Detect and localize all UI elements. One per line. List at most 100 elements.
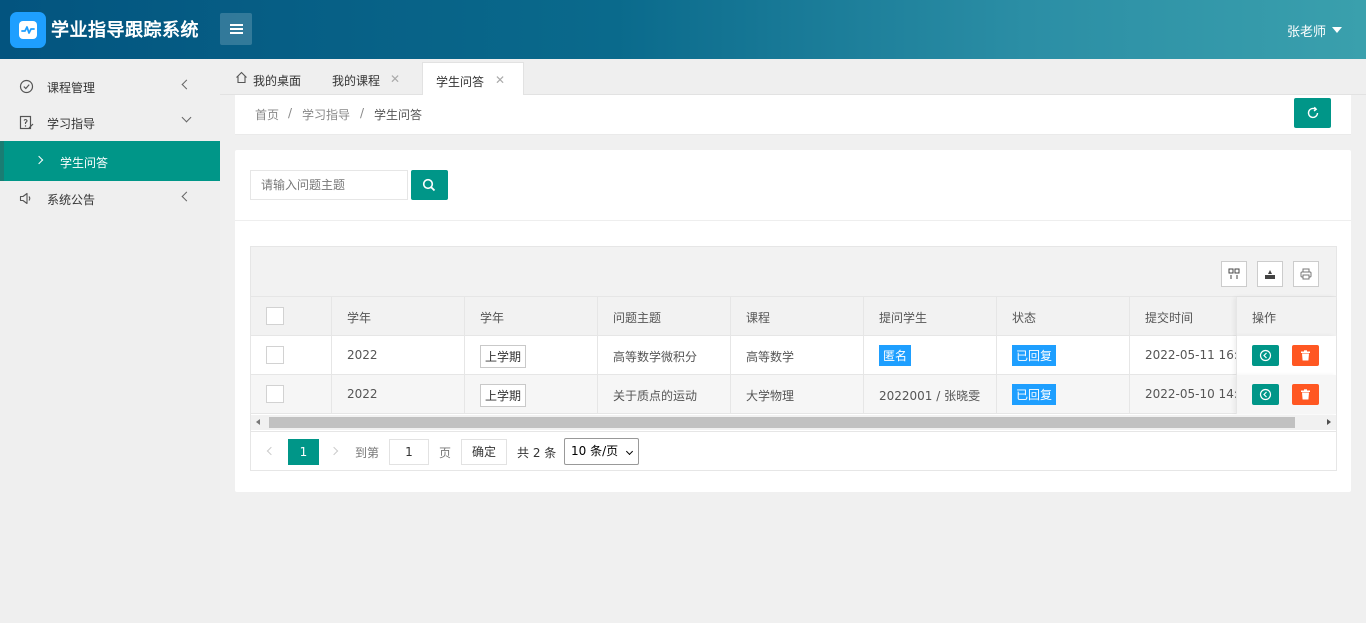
chevron-down-icon <box>625 447 634 456</box>
delete-button[interactable] <box>1292 345 1319 366</box>
close-icon[interactable]: ✕ <box>495 73 505 87</box>
check-circle-icon <box>19 79 34 94</box>
column-header: 提问学生 <box>864 297 997 336</box>
total-count: 共 2 条 <box>517 446 557 460</box>
sidebar-item-label: 学习指导 <box>47 117 96 131</box>
status-badge: 已回复 <box>1012 384 1057 405</box>
sidebar-item-course-management[interactable]: 课程管理 <box>0 69 220 105</box>
row-actions <box>1236 336 1336 375</box>
confirm-page-button[interactable]: 确定 <box>461 439 507 465</box>
trash-icon <box>1301 350 1310 361</box>
breadcrumb-current: 学生问答 <box>374 108 423 122</box>
columns-filter-button[interactable] <box>1221 261 1247 287</box>
chevron-down-icon <box>181 112 192 123</box>
edit-doc-icon <box>19 115 34 130</box>
cell-year: 2022 <box>347 348 378 362</box>
horizontal-scrollbar[interactable] <box>251 415 1336 430</box>
tab-my-courses[interactable]: 我的课程 ✕ <box>320 62 420 95</box>
breadcrumb-study-guidance[interactable]: 学习指导 <box>302 106 350 123</box>
scrollbar-thumb[interactable] <box>269 417 1295 428</box>
breadcrumb-separator: / <box>360 106 365 120</box>
breadcrumb: 首页 / 学习指导 / 学生问答 <box>235 95 1351 135</box>
term-badge: 上学期 <box>480 384 527 407</box>
print-button[interactable] <box>1293 261 1319 287</box>
home-icon <box>236 71 247 84</box>
speaker-icon <box>19 192 31 205</box>
column-header: 学年 <box>465 297 598 336</box>
sidebar-item-label: 系统公告 <box>47 193 96 207</box>
scroll-right-icon[interactable] <box>1327 419 1331 425</box>
search-button[interactable] <box>411 170 448 200</box>
sidebar-item-study-guidance[interactable]: 学习指导 <box>0 105 220 141</box>
search-input[interactable] <box>250 170 408 200</box>
chevron-left-icon <box>181 191 192 202</box>
breadcrumb-home[interactable]: 首页 <box>255 106 279 123</box>
sidebar-subitem-student-qa[interactable]: 学生问答 <box>0 141 220 181</box>
prev-page-icon[interactable] <box>266 446 276 456</box>
page-number-input[interactable] <box>389 439 429 465</box>
top-header: 学业指导跟踪系统 张老师 <box>0 0 1366 59</box>
trash-icon <box>1301 389 1310 400</box>
refresh-icon <box>1307 106 1319 119</box>
row-checkbox[interactable] <box>266 346 284 364</box>
column-header: 问题主题 <box>598 297 731 336</box>
view-reply-button[interactable] <box>1252 384 1279 405</box>
breadcrumb-separator: / <box>288 106 293 120</box>
export-button[interactable] <box>1257 261 1283 287</box>
user-menu[interactable]: 张老师 <box>1287 21 1326 40</box>
tab-my-desktop[interactable]: 我的桌面 <box>226 62 318 95</box>
row-actions <box>1236 375 1336 414</box>
cell-course: 高等数学 <box>746 350 795 364</box>
close-icon[interactable]: ✕ <box>390 72 400 86</box>
sidebar: 课程管理 学习指导 学生问答 系统公告 <box>0 59 220 623</box>
table-row: 2022 上学期 高等数学微积分 高等数学 匿名 已回复 2022-05-11 … <box>251 336 1336 375</box>
header-select-cell <box>251 297 332 336</box>
grid-icon <box>1228 268 1240 279</box>
reply-icon <box>1259 349 1272 362</box>
student-badge: 匿名 <box>879 345 912 366</box>
page-size-select[interactable]: 10 条/页 <box>564 438 639 465</box>
refresh-button[interactable] <box>1294 98 1331 128</box>
sidebar-item-announcements[interactable]: 系统公告 <box>0 181 220 217</box>
app-logo-icon <box>10 12 46 48</box>
select-all-checkbox[interactable] <box>266 307 284 325</box>
status-badge: 已回复 <box>1012 345 1057 366</box>
export-icon <box>1265 270 1275 279</box>
tab-bar: 我的桌面 我的课程 ✕ 学生问答 ✕ <box>220 59 1366 96</box>
divider <box>235 220 1351 221</box>
page-unit-label: 页 <box>439 446 452 460</box>
data-table: 学年 学年 问题主题 课程 提问学生 状态 提交时间 操作 2022 上学期 高… <box>250 246 1337 471</box>
cell-topic: 高等数学微积分 <box>613 350 698 364</box>
tab-student-qa[interactable]: 学生问答 ✕ <box>422 62 524 96</box>
table-toolbar <box>251 247 1336 297</box>
column-header: 状态 <box>997 297 1130 336</box>
row-checkbox[interactable] <box>266 385 284 403</box>
caret-down-icon[interactable] <box>1332 27 1342 33</box>
app-title: 学业指导跟踪系统 <box>51 20 199 41</box>
column-header-actions: 操作 <box>1236 297 1336 336</box>
cell-course: 大学物理 <box>746 389 795 403</box>
reply-icon <box>1259 388 1272 401</box>
term-badge: 上学期 <box>480 345 527 368</box>
scroll-left-icon[interactable] <box>256 419 260 425</box>
tab-label: 我的桌面 <box>253 74 302 88</box>
goto-label: 到第 <box>355 446 380 460</box>
sidebar-subitem-label: 学生问答 <box>60 156 109 170</box>
print-icon <box>1300 268 1312 280</box>
page-size-value: 10 条/页 <box>571 444 619 458</box>
column-header: 提交时间 <box>1145 311 1194 325</box>
cell-student: 2022001 / 张晓雯 <box>879 389 981 403</box>
table-header: 学年 学年 问题主题 课程 提问学生 状态 提交时间 操作 <box>251 297 1336 336</box>
column-header: 学年 <box>332 297 465 336</box>
search-icon <box>422 178 436 192</box>
menu-toggle-button[interactable] <box>220 13 252 45</box>
tab-label: 学生问答 <box>436 75 485 89</box>
current-page[interactable]: 1 <box>288 439 319 465</box>
view-reply-button[interactable] <box>1252 345 1279 366</box>
delete-button[interactable] <box>1292 384 1319 405</box>
column-header: 课程 <box>731 297 864 336</box>
cell-topic: 关于质点的运动 <box>613 389 698 403</box>
cell-year: 2022 <box>347 387 378 401</box>
tab-label: 我的课程 <box>332 74 381 88</box>
next-page-icon[interactable] <box>329 446 339 456</box>
